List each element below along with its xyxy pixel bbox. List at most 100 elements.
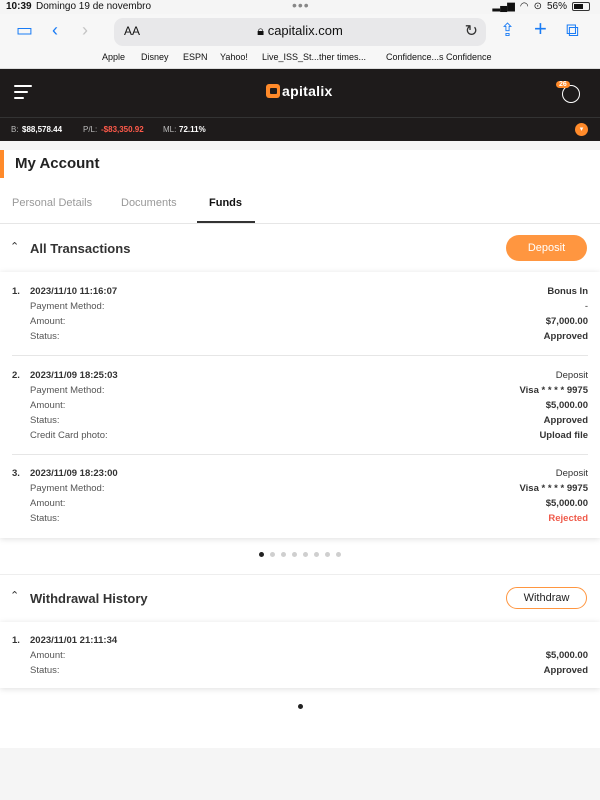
pl-value: -$83,350.92 — [101, 125, 144, 134]
status-label: Status: — [30, 415, 60, 426]
deposit-button[interactable]: Deposit — [506, 235, 587, 261]
back-icon[interactable]: ‹ — [52, 20, 58, 41]
pager-dot[interactable] — [292, 552, 297, 557]
bookmark-item[interactable]: Confidence...s Confidence — [386, 52, 492, 62]
tx-datetime: 2023/11/09 18:25:03 — [30, 370, 118, 381]
withdraw-button[interactable]: Withdraw — [506, 587, 587, 609]
item-number: 3. — [12, 468, 20, 479]
app-header: apitalix 26 — [0, 69, 600, 117]
status-badge: Approved — [543, 665, 588, 676]
brand-logo[interactable]: apitalix — [266, 83, 333, 99]
credit-card-photo-label: Credit Card photo: — [30, 430, 108, 441]
withdrawals-pagination — [0, 704, 600, 710]
pager-dot[interactable] — [336, 552, 341, 557]
battery-percent: 56% — [546, 1, 567, 12]
ml-value: 72.11% — [179, 125, 206, 134]
tabs-overview-icon[interactable]: ⧉ — [566, 20, 579, 41]
multitasking-dots[interactable]: ••• — [292, 0, 310, 13]
sidebar-icon[interactable]: ▭ — [16, 20, 33, 41]
tab-personal-details[interactable]: Personal Details — [12, 197, 92, 209]
pager-dot[interactable] — [259, 552, 264, 557]
status-label: Status: — [30, 513, 60, 524]
item-number: 2. — [12, 370, 20, 381]
tx-datetime: 2023/11/09 18:23:00 — [30, 468, 118, 479]
collapse-chevron-icon[interactable]: ⌃ — [10, 240, 19, 253]
bookmark-item[interactable]: Disney — [141, 52, 169, 62]
address-bar[interactable]: AA 🔒︎ capitalix.com ↻ — [114, 18, 486, 46]
forward-icon[interactable]: › — [82, 20, 88, 41]
collapse-chevron-icon[interactable]: ⌃ — [10, 589, 19, 602]
transactions-header: ⌃ All Transactions Deposit — [0, 226, 600, 272]
pl-label: P/L: — [83, 125, 98, 134]
pager-dot[interactable] — [297, 704, 303, 709]
tab-documents[interactable]: Documents — [121, 197, 177, 209]
status-badge: Rejected — [548, 513, 588, 524]
pager-dot[interactable] — [270, 552, 275, 557]
device-status-bar: 10:39 Domingo 19 de novembro ••• ▂▄▆ ◠ ⊙… — [0, 0, 600, 14]
item-number: 1. — [12, 286, 20, 297]
divider — [12, 355, 588, 356]
expand-balance-icon[interactable]: ▾ — [575, 123, 588, 136]
payment-method-value: - — [584, 301, 588, 312]
account-tabs: Personal Details Documents Funds — [0, 188, 600, 224]
status-indicators: ▂▄▆ ◠ ⊙ 56% — [492, 1, 590, 12]
url-text: 🔒︎ capitalix.com — [114, 23, 486, 39]
amount-value: $7,000.00 — [545, 316, 588, 327]
brand-mark-icon — [266, 84, 280, 98]
amount-value: $5,000.00 — [545, 650, 588, 661]
transactions-title: All Transactions — [30, 241, 131, 256]
share-icon[interactable]: ⇪ — [500, 20, 515, 41]
tab-funds[interactable]: Funds — [209, 197, 242, 209]
upload-file-link[interactable]: Upload file — [539, 430, 588, 441]
status-label: Status: — [30, 331, 60, 342]
clock-time: 10:39 — [6, 1, 32, 12]
page-title-bar: My Account — [0, 150, 600, 178]
browser-toolbar: ▭ ‹ › AA 🔒︎ capitalix.com ↻ ⇪ + ⧉ Apple … — [0, 14, 600, 69]
transactions-list: 1. 2023/11/10 11:16:07 Bonus In Payment Me… — [0, 272, 600, 538]
payment-method-label: Payment Method: — [30, 385, 105, 396]
bookmark-item[interactable]: Yahoo! — [220, 52, 248, 62]
item-number: 1. — [12, 635, 20, 646]
tx-type: Deposit — [555, 468, 588, 479]
new-tab-icon[interactable]: + — [534, 16, 547, 42]
battery-icon — [572, 2, 590, 11]
payment-method-label: Payment Method: — [30, 483, 105, 494]
account-panel: My Account Personal Details Documents Fu… — [0, 150, 600, 748]
ml-label: ML: — [163, 125, 177, 134]
clock-date: Domingo 19 de novembro — [36, 1, 152, 12]
payment-method-label: Payment Method: — [30, 301, 105, 312]
brand-name: apitalix — [282, 83, 333, 99]
amount-label: Amount: — [30, 400, 66, 411]
tx-datetime: 2023/11/10 11:16:07 — [30, 286, 118, 297]
page-title: My Account — [15, 155, 100, 172]
pager-dot[interactable] — [325, 552, 330, 557]
withdrawals-header: ⌃ Withdrawal History Withdraw — [0, 574, 600, 620]
bookmark-item[interactable]: Apple — [102, 52, 125, 62]
notifications-button[interactable]: 26 — [556, 81, 586, 105]
tx-type: Bonus In — [547, 286, 588, 297]
active-tab-indicator — [197, 221, 255, 223]
balance-value: $88,578.44 — [22, 125, 63, 134]
amount-label: Amount: — [30, 498, 66, 509]
wifi-icon: ◠ — [519, 1, 529, 12]
status-badge: Approved — [543, 415, 588, 426]
withdrawals-title: Withdrawal History — [30, 591, 148, 606]
payment-method-value: Visa * * * * 9975 — [519, 483, 589, 494]
bookmark-item[interactable]: Live_ISS_St...ther times... — [262, 52, 366, 62]
tx-type: Deposit — [555, 370, 588, 381]
pager-dot[interactable] — [314, 552, 319, 557]
pager-dot[interactable] — [281, 552, 286, 557]
reload-icon[interactable]: ↻ — [465, 21, 478, 41]
transactions-pagination — [0, 552, 600, 558]
amount-label: Amount: — [30, 650, 66, 661]
status-label: Status: — [30, 665, 60, 676]
pager-dot[interactable] — [303, 552, 308, 557]
lock-icon: 🔒︎ — [257, 23, 265, 38]
bookmark-item[interactable]: ESPN — [183, 52, 208, 62]
divider — [12, 454, 588, 455]
menu-icon[interactable] — [14, 85, 32, 99]
location-icon: ⊙ — [533, 1, 542, 12]
status-badge: Approved — [543, 331, 588, 342]
amount-value: $5,000.00 — [545, 498, 588, 509]
url-domain: capitalix.com — [267, 23, 343, 38]
